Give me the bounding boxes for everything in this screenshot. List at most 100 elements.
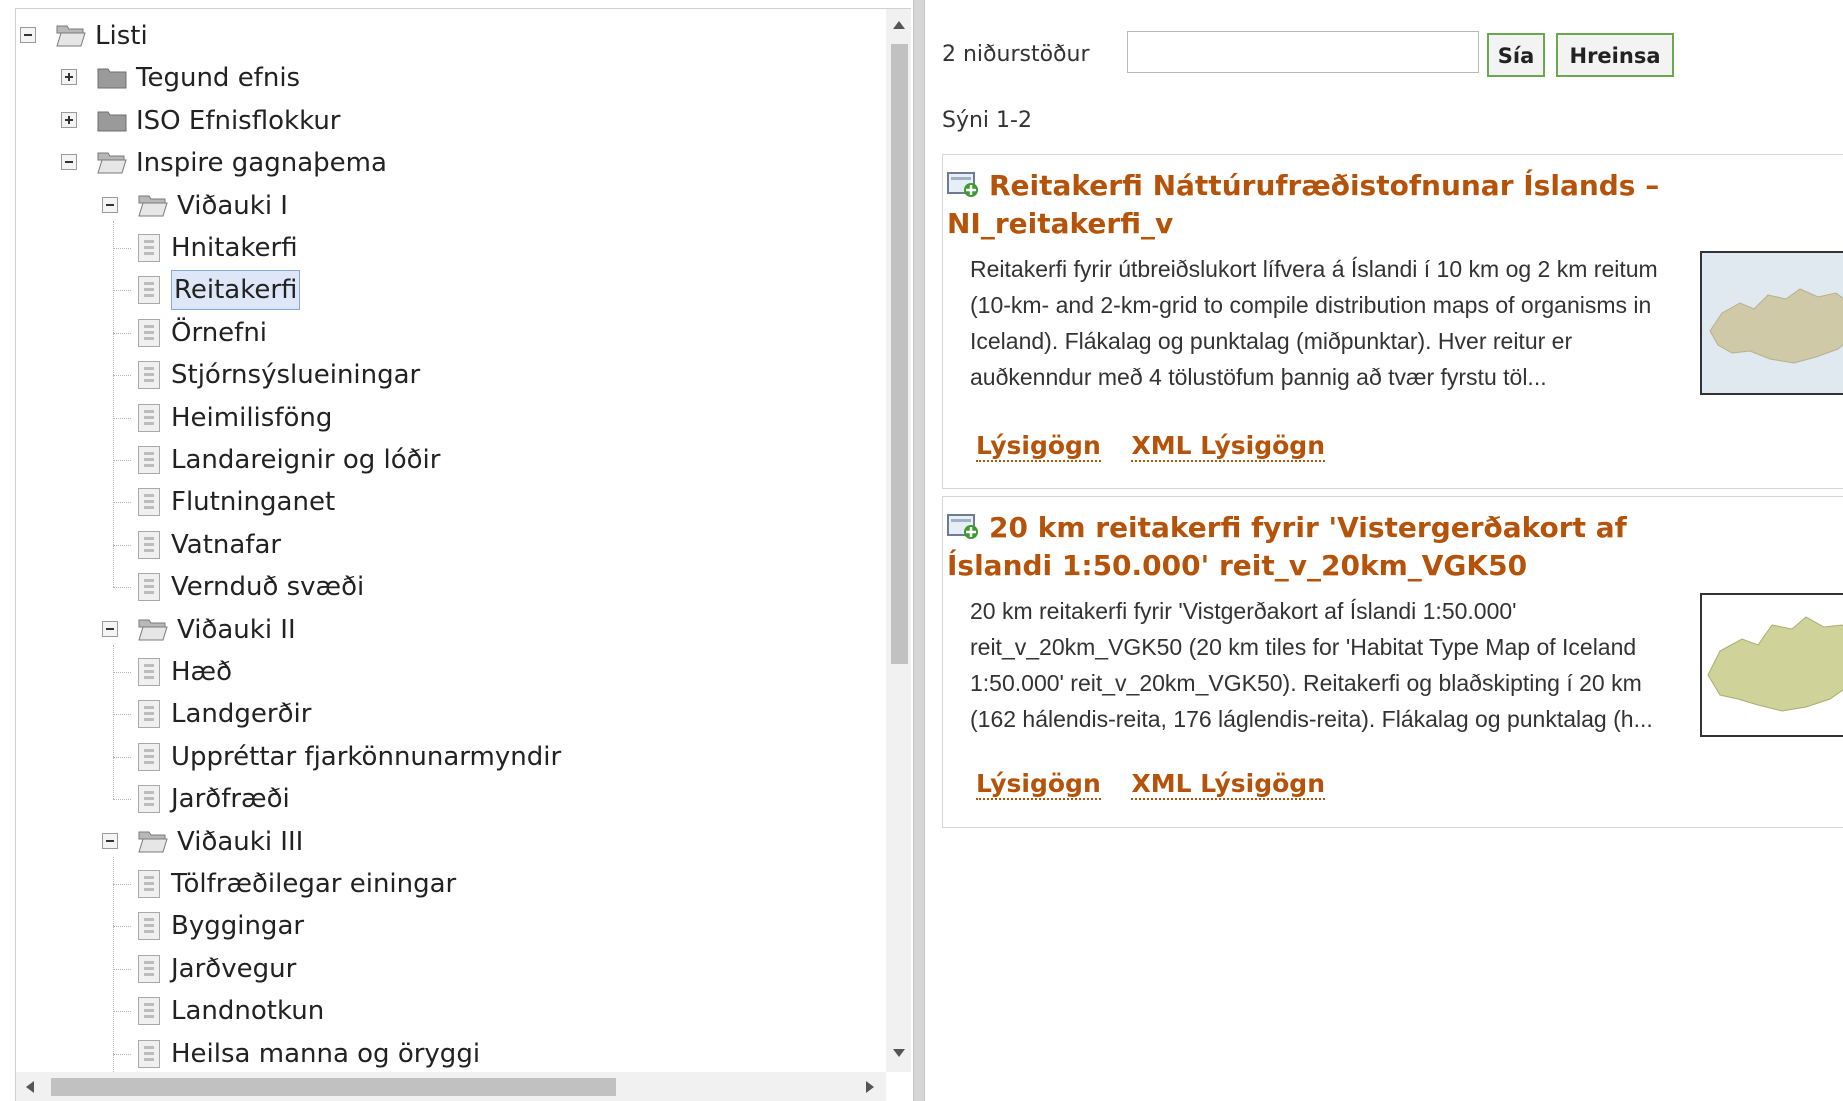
tree-item[interactable]: Vatnafar	[16, 524, 886, 566]
tree-item[interactable]: ISO Efnisflokkur	[16, 100, 886, 142]
tree-item-label[interactable]: Jarðvegur	[171, 948, 296, 990]
result-title[interactable]: Reitakerfi Náttúrufræðistofnunar Íslands…	[947, 169, 1659, 240]
tree-item-label[interactable]: ISO Efnisflokkur	[136, 100, 341, 142]
scroll-left-arrow-icon[interactable]	[26, 1081, 34, 1093]
result-count: 2 niðurstöður	[942, 42, 1090, 67]
tree-item-label[interactable]: Örnefni	[171, 312, 267, 354]
tree-item[interactable]: Flutninganet	[16, 481, 886, 523]
tree-connector-line	[113, 417, 131, 419]
tree-item-label[interactable]: Viðauki II	[177, 609, 296, 651]
document-icon	[138, 954, 160, 983]
document-icon	[138, 234, 160, 262]
collapse-icon[interactable]	[20, 27, 36, 43]
tree-connector-line	[113, 460, 131, 461]
folder-open-icon	[56, 25, 86, 47]
tree-item[interactable]: Örnefni	[16, 312, 886, 354]
tree-item[interactable]: Landgerðir	[16, 693, 886, 735]
tree-item-label[interactable]: Tegund efnis	[136, 57, 300, 99]
tree-item[interactable]: Landareignir og lóðir	[16, 439, 886, 481]
scroll-right-arrow-icon[interactable]	[866, 1081, 874, 1093]
document-icon	[138, 573, 160, 602]
vertical-scrollbar[interactable]	[886, 9, 911, 1072]
scroll-down-arrow-icon[interactable]	[893, 1049, 905, 1057]
tree-connector-line	[113, 672, 131, 673]
document-icon	[138, 1039, 160, 1068]
tree-item[interactable]: Viðauki II	[16, 609, 886, 651]
filter-button[interactable]: Sía	[1487, 33, 1545, 77]
tree-item-label[interactable]: Viðauki I	[177, 185, 288, 227]
tree-item-label[interactable]: Listi	[95, 15, 148, 57]
result-description: 20 km reitakerfi fyrir 'Vistgerðakort af…	[970, 598, 1653, 732]
document-icon	[138, 870, 160, 898]
collapse-icon[interactable]	[61, 154, 77, 171]
tree-item-label-selected[interactable]: Reitakerfi	[171, 270, 301, 311]
expand-icon[interactable]	[61, 69, 77, 86]
tree-item[interactable]: Hnitakerfi	[16, 227, 886, 269]
result-thumbnail[interactable]	[1700, 593, 1843, 737]
collapse-icon[interactable]	[102, 620, 118, 637]
tree-connector-line	[113, 502, 131, 504]
tree-item[interactable]: Jarðfræði	[16, 778, 886, 820]
tree-item-label[interactable]: Vernduð svæði	[171, 566, 364, 608]
expand-icon[interactable]	[61, 111, 77, 128]
tree-item-label[interactable]: Inspire gagnaþema	[136, 142, 387, 184]
tree-item-label[interactable]: Tölfræðilegar einingar	[171, 863, 456, 905]
tree-item-label[interactable]: Jarðfræði	[171, 778, 290, 820]
filter-input[interactable]	[1127, 31, 1479, 73]
tree-item-label[interactable]: Landareignir og lóðir	[171, 439, 440, 481]
tree-item-label[interactable]: Landgerðir	[171, 693, 311, 735]
metadata-link[interactable]: Lýsigögn	[976, 431, 1101, 462]
tree-item-label[interactable]: Byggingar	[171, 905, 304, 947]
tree-item-label[interactable]: Landnotkun	[171, 990, 324, 1032]
result-title[interactable]: 20 km reitakerfi fyrir 'Vistergerðakort …	[947, 511, 1627, 582]
tree-connector-line	[113, 290, 131, 292]
xml-metadata-link[interactable]: XML Lýsigögn	[1131, 431, 1325, 462]
tree-item[interactable]: Heimilisföng	[16, 397, 886, 439]
tree-item-label[interactable]: Flutninganet	[171, 481, 335, 523]
horizontal-scroll-thumb[interactable]	[51, 1078, 616, 1096]
tree-item[interactable]: Uppréttar fjarkönnunarmyndir	[16, 736, 886, 778]
tree-connector-line	[113, 1011, 131, 1013]
iceland-grid-map-icon	[1702, 253, 1843, 393]
clear-button[interactable]: Hreinsa	[1556, 33, 1674, 77]
tree-item[interactable]: Byggingar	[16, 905, 886, 947]
tree-item[interactable]: Listi	[16, 15, 886, 57]
tree-item-label[interactable]: Heilsa manna og öryggi	[171, 1033, 480, 1072]
metadata-link[interactable]: Lýsigögn	[976, 769, 1101, 800]
collapse-icon[interactable]	[102, 196, 118, 213]
tree-item-label[interactable]: Vatnafar	[171, 524, 281, 566]
tree-item-label[interactable]: Uppréttar fjarkönnunarmyndir	[171, 736, 561, 778]
panel-splitter[interactable]	[913, 0, 925, 1101]
folder-open-icon	[97, 152, 127, 174]
tree-item[interactable]: Vernduð svæði	[16, 566, 886, 608]
document-icon	[138, 276, 160, 305]
tree-item-label[interactable]: Stjórnsýslueiningar	[171, 354, 420, 396]
document-icon	[138, 488, 160, 517]
tree-item[interactable]: Tölfræðilegar einingar	[16, 863, 886, 905]
tree-item[interactable]: Reitakerfi	[16, 269, 886, 311]
tree-connector-line	[113, 884, 131, 885]
tree-item-label[interactable]: Viðauki III	[177, 821, 303, 863]
collapse-icon[interactable]	[102, 832, 118, 849]
tree-item[interactable]: Viðauki III	[16, 821, 886, 863]
tree-connector-line	[113, 544, 131, 546]
tree-item[interactable]: Tegund efnis	[16, 57, 886, 99]
document-icon	[138, 785, 160, 814]
tree-item[interactable]: Heilsa manna og öryggi	[16, 1033, 886, 1072]
tree-connector-line	[113, 968, 131, 970]
tree-item[interactable]: Hæð	[16, 651, 886, 693]
tree-item[interactable]: Stjórnsýslueiningar	[16, 354, 886, 396]
tree-item-label[interactable]: Heimilisföng	[171, 397, 332, 439]
tree-item[interactable]: Jarðvegur	[16, 948, 886, 990]
xml-metadata-link[interactable]: XML Lýsigögn	[1131, 769, 1325, 800]
tree-item[interactable]: Viðauki I	[16, 185, 886, 227]
result-thumbnail[interactable]	[1700, 251, 1843, 395]
document-icon	[138, 912, 160, 941]
tree-item[interactable]: Inspire gagnaþema	[16, 142, 886, 184]
tree-item-label[interactable]: Hnitakerfi	[171, 227, 298, 269]
tree-item-label[interactable]: Hæð	[171, 651, 232, 693]
tree-item[interactable]: Landnotkun	[16, 990, 886, 1032]
horizontal-scrollbar[interactable]	[16, 1072, 886, 1101]
scroll-up-arrow-icon[interactable]	[893, 21, 905, 29]
vertical-scroll-thumb[interactable]	[891, 44, 908, 664]
